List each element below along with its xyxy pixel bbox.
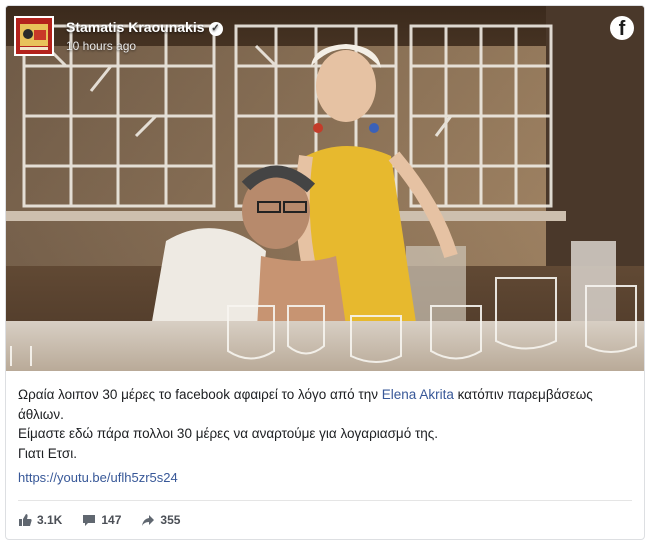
likes-stat[interactable]: 3.1K xyxy=(18,513,62,527)
author-name-text[interactable]: Stamatis Kraounakis xyxy=(66,19,205,35)
comments-count: 147 xyxy=(101,513,122,527)
verified-badge-icon: ✓ xyxy=(208,22,223,36)
post-text: Ωραία λοιπον 30 μέρες το facebook αφαιρε… xyxy=(18,385,628,463)
divider xyxy=(18,500,632,501)
shares-count: 355 xyxy=(160,513,181,527)
author-name[interactable]: Stamatis Kraounakis ✓ xyxy=(66,19,223,36)
post-text-line-3: Γιατι Ετσι. xyxy=(18,445,77,461)
post-url-link[interactable]: https://youtu.be/uflh5zr5s24 xyxy=(18,470,178,485)
post-text-before-mention: Ωραία λοιπον 30 μέρες το facebook αφαιρε… xyxy=(18,387,382,402)
post-header: Stamatis Kraounakis ✓ 10 hours ago f xyxy=(6,6,644,66)
post-text-line-1: Ωραία λοιπον 30 μέρες το facebook αφαιρε… xyxy=(18,385,628,424)
shares-stat[interactable]: 355 xyxy=(141,513,180,527)
comment-bubble-icon xyxy=(83,515,96,526)
post-text-line-2: Είμαστε εδώ πάρα πολλοι 30 μέρες να αναρ… xyxy=(18,426,439,441)
author-avatar[interactable] xyxy=(14,16,54,56)
post-timestamp[interactable]: 10 hours ago xyxy=(66,39,136,53)
mention-link[interactable]: Elena Akrita xyxy=(382,387,454,402)
thumbs-up-icon xyxy=(19,514,32,526)
post-card: Stamatis Kraounakis ✓ 10 hours ago f Ωραί… xyxy=(5,5,645,540)
avatar-image xyxy=(16,18,52,54)
post-photo[interactable]: Stamatis Kraounakis ✓ 10 hours ago f xyxy=(6,6,644,371)
facebook-logo-icon[interactable]: f xyxy=(610,16,634,40)
share-arrow-icon xyxy=(142,515,155,526)
comments-stat[interactable]: 147 xyxy=(82,513,121,527)
likes-count: 3.1K xyxy=(37,513,63,527)
post-stats: 3.1K 147 355 xyxy=(18,513,200,527)
